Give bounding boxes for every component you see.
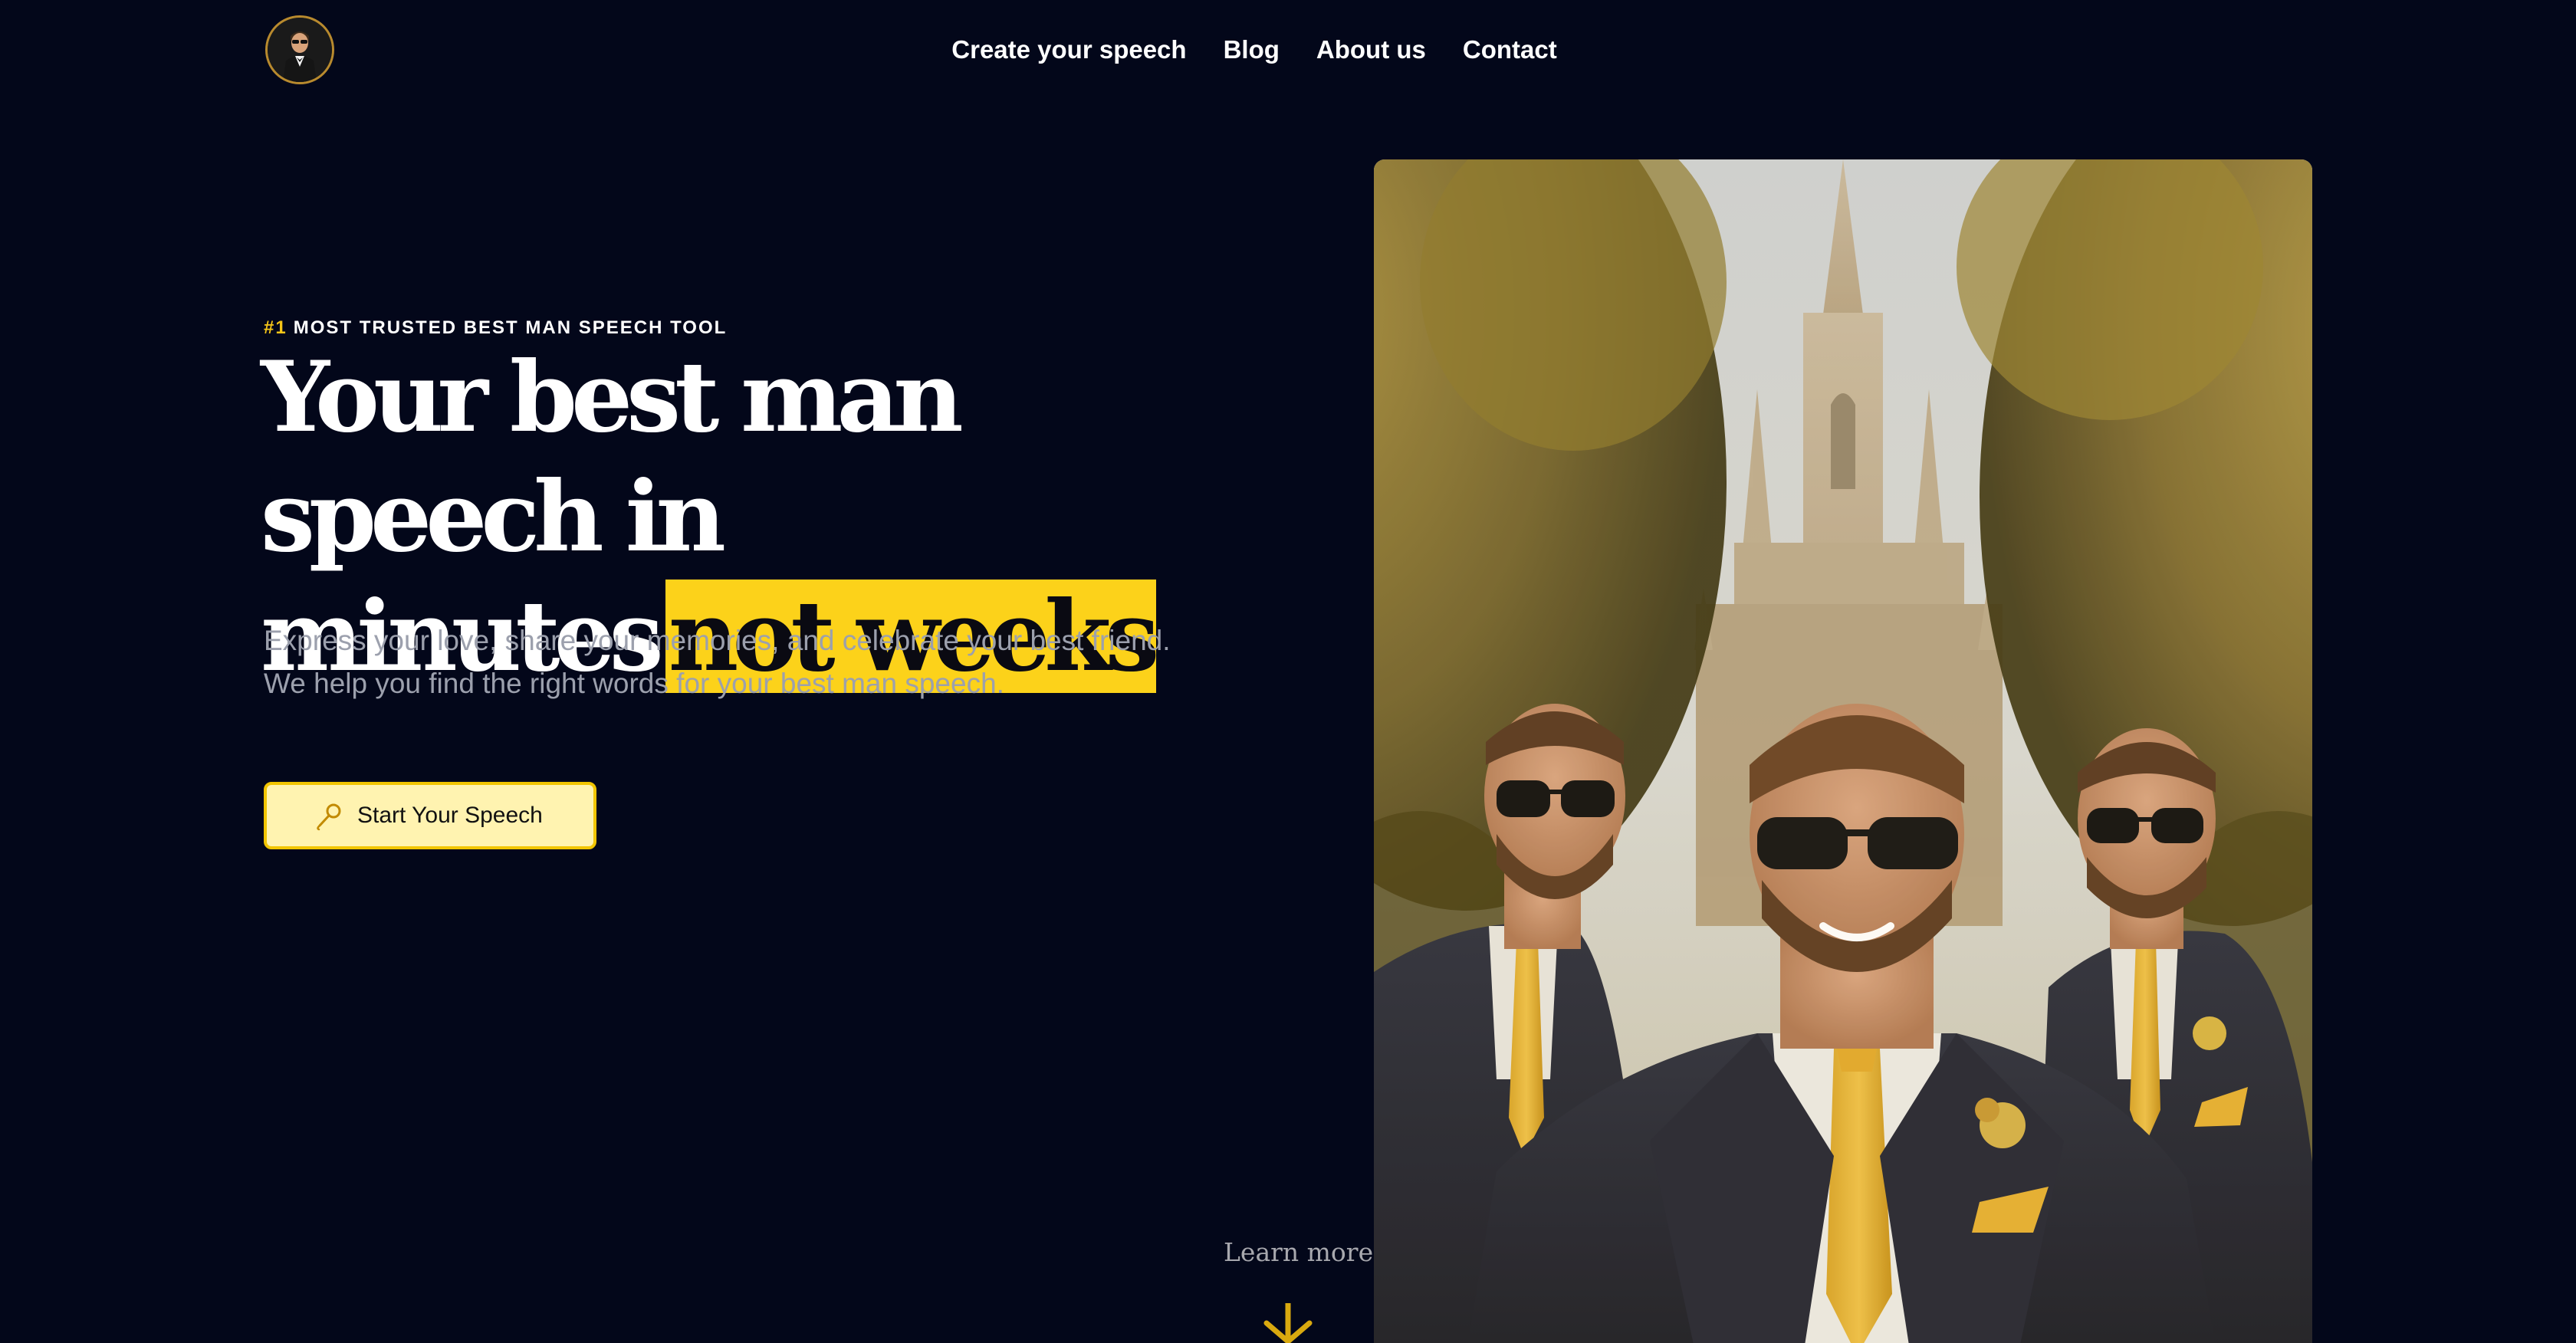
nav-create-speech[interactable]: Create your speech — [951, 29, 1186, 71]
headline-line1: Your best man speech in — [261, 340, 964, 573]
nav-about-us[interactable]: About us — [1316, 29, 1426, 71]
hero-subtext: Express your love, share your memories, … — [264, 625, 1171, 699]
landing-page: Create your speech Blog About us Contact… — [0, 0, 2576, 1343]
hero-eyebrow: #1 MOST TRUSTED BEST MAN SPEECH TOOL — [264, 317, 727, 339]
arrow-down-icon[interactable] — [1260, 1303, 1316, 1343]
hero-photo-groomsmen — [1374, 159, 2312, 1343]
main-nav: Create your speech Blog About us Contact — [0, 29, 2576, 71]
eyebrow-number: #1 — [264, 317, 288, 338]
learn-more-label[interactable]: Learn more — [1224, 1237, 1373, 1267]
nav-contact[interactable]: Contact — [1463, 29, 1557, 71]
start-speech-button[interactable]: Start Your Speech — [264, 782, 596, 849]
microphone-icon — [317, 803, 341, 831]
start-speech-label: Start Your Speech — [357, 803, 543, 828]
nav-blog[interactable]: Blog — [1224, 29, 1280, 71]
eyebrow-text: MOST TRUSTED BEST MAN SPEECH TOOL — [293, 317, 728, 338]
